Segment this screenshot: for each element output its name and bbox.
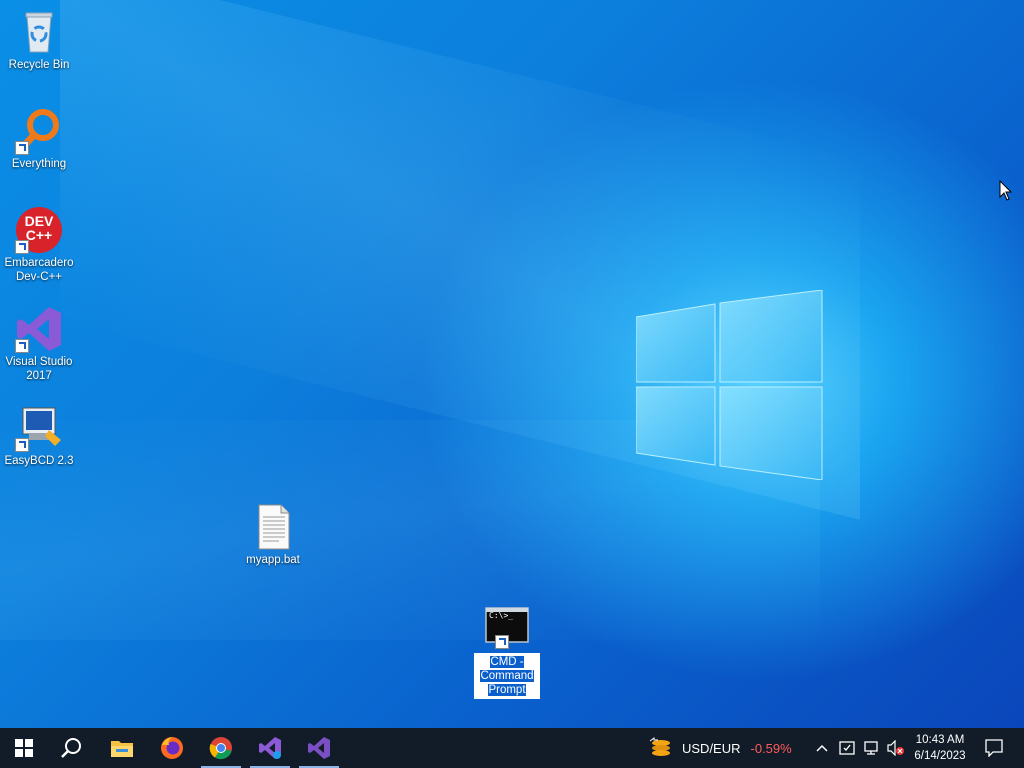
shortcut-arrow-icon: [15, 240, 29, 254]
easybcd-icon: [15, 404, 63, 452]
shortcut-arrow-icon: [15, 438, 29, 452]
tray-volume[interactable]: [884, 728, 908, 768]
desktop-icon-label: myapp.bat: [246, 554, 300, 566]
search-button[interactable]: [48, 728, 96, 768]
windows-logo-wallpaper: [636, 290, 823, 480]
volume-muted-icon: [887, 740, 904, 756]
desktop-icon-easybcd[interactable]: EasyBCD 2.3: [1, 404, 77, 468]
notifications-icon: [985, 739, 1003, 757]
taskbar-visual-studio-2017[interactable]: [295, 728, 343, 768]
taskbar: USD/EUR -0.59% 10:43 AM 6/14/2023: [0, 728, 1024, 768]
desktop-icon-label: Recycle Bin: [8, 59, 70, 71]
currency-ticker-widget[interactable]: USD/EUR -0.59%: [648, 728, 798, 768]
taskbar-chrome[interactable]: [197, 728, 245, 768]
chevron-up-icon: [816, 744, 828, 752]
cmd-prompt-glyph: C:\>_: [489, 611, 514, 620]
taskbar-file-explorer[interactable]: [98, 728, 146, 768]
desktop-icon-devcpp[interactable]: DEV C++ Embarcadero Dev-C++: [1, 206, 77, 284]
file-explorer-icon: [111, 741, 133, 757]
clock-time: 10:43 AM: [915, 734, 965, 746]
tray-clock[interactable]: 10:43 AM 6/14/2023: [910, 728, 970, 768]
devcpp-logo-text: DEV C++: [24, 213, 54, 243]
currency-exchange-icon: [649, 737, 670, 756]
desktop-icon-myapp-bat[interactable]: myapp.bat: [235, 503, 311, 567]
start-icon: [15, 739, 33, 757]
taskbar-firefox[interactable]: [148, 728, 196, 768]
network-icon: [864, 741, 878, 755]
firefox-icon: [161, 737, 183, 759]
desktop-icon-label: EasyBCD 2.3: [4, 455, 74, 467]
tray-security[interactable]: [836, 728, 858, 768]
desktop-icon-label: Everything: [11, 158, 67, 170]
desktop-icon-visual-studio-2017[interactable]: Visual Studio 2017: [1, 305, 77, 383]
desktop[interactable]: Recycle Bin Everything DEV C++ Embarcade…: [0, 0, 1024, 728]
ticker-change: -0.59%: [750, 740, 792, 756]
chrome-icon: [209, 737, 232, 760]
tray-network[interactable]: [860, 728, 882, 768]
taskbar-visual-studio[interactable]: [246, 728, 294, 768]
clock-date: 6/14/2023: [914, 750, 966, 762]
visual-studio-2017-icon: [308, 737, 330, 759]
cmd-icon: C:\>_: [483, 605, 531, 653]
visual-studio-icon: [15, 305, 63, 353]
desktop-icon-everything[interactable]: Everything: [1, 107, 77, 171]
shortcut-arrow-icon: [495, 635, 509, 649]
show-hidden-icons-button[interactable]: [810, 728, 834, 768]
desktop-icon-recycle-bin[interactable]: Recycle Bin: [1, 8, 77, 72]
desktop-icon-label: Embarcadero Dev-C++: [4, 257, 74, 283]
ticker-pair: USD/EUR: [682, 740, 741, 756]
shortcut-arrow-icon: [15, 141, 29, 155]
desktop-icon-label-selected: CMD - Command Prompt: [474, 653, 540, 699]
devcpp-icon: DEV C++: [15, 206, 63, 254]
security-center-icon: [839, 741, 855, 755]
desktop-icon-label: CMD - Command Prompt: [480, 656, 534, 696]
mouse-cursor-icon: [999, 180, 1013, 201]
search-icon: [61, 738, 81, 758]
desktop-icon-cmd[interactable]: C:\>_ CMD - Command Prompt: [469, 605, 545, 699]
recycle-bin-icon: [15, 8, 63, 56]
desktop-icon-label: Visual Studio 2017: [5, 356, 73, 382]
batch-file-icon: [249, 503, 297, 551]
visual-studio-icon: [259, 737, 281, 759]
everything-search-icon: [15, 107, 63, 155]
action-center-button[interactable]: [976, 728, 1012, 768]
start-button[interactable]: [0, 728, 48, 768]
shortcut-arrow-icon: [15, 339, 29, 353]
